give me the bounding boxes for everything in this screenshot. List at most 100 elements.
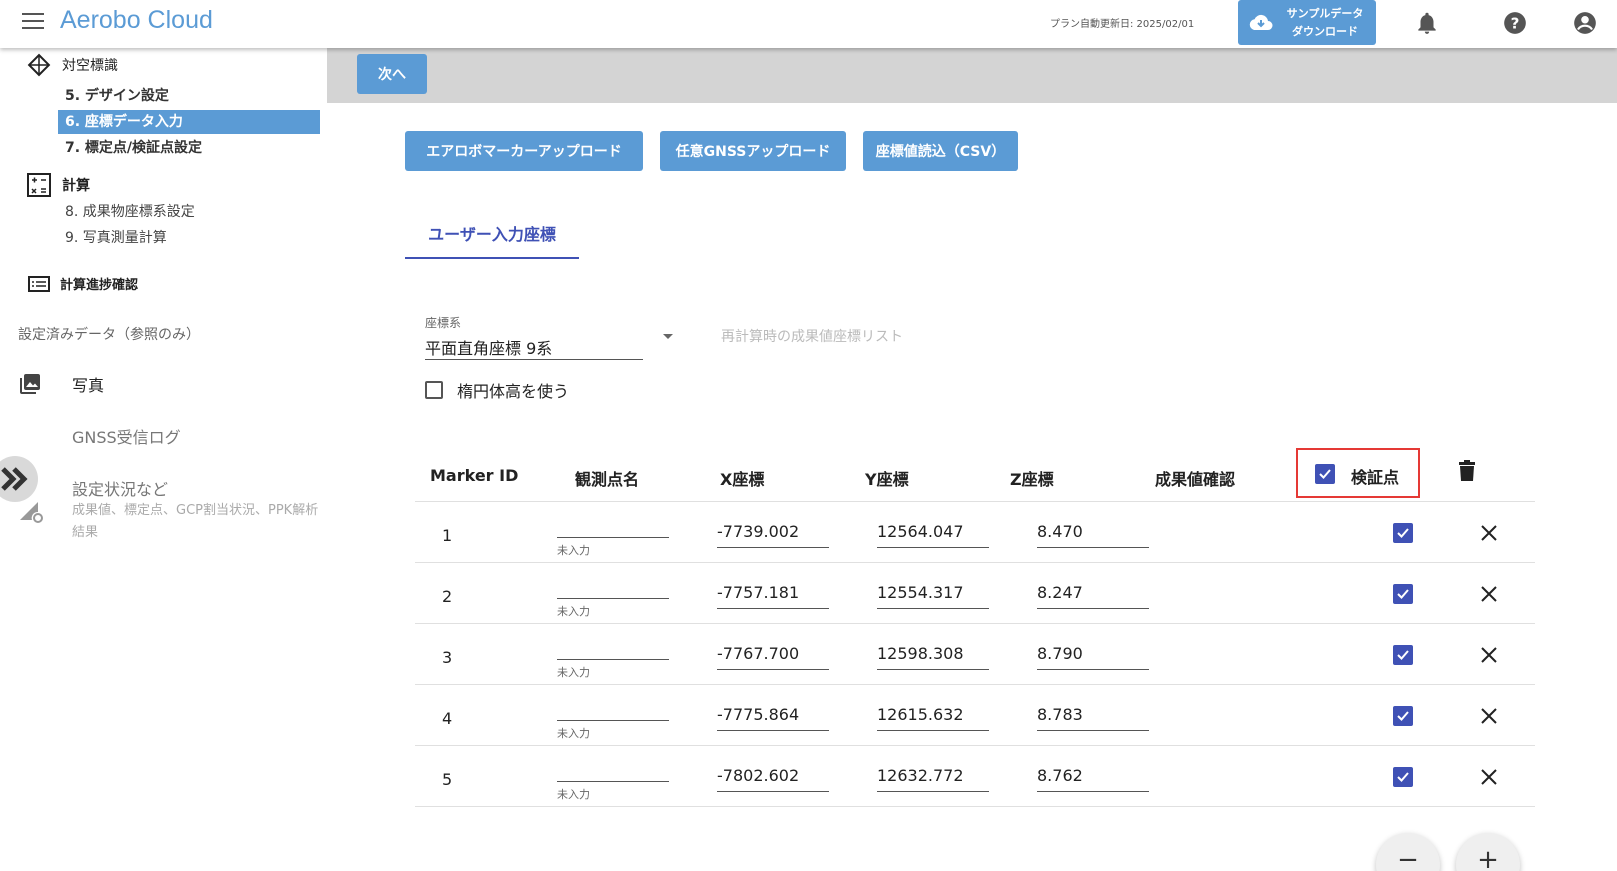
step-photogrammetry[interactable]: 9. 写真測量計算 [58, 226, 320, 250]
delete-row-close-icon[interactable] [1479, 767, 1499, 787]
zoom-in-button[interactable]: + [1456, 833, 1520, 871]
obs-name-input[interactable] [557, 648, 669, 660]
dropdown-arrow-icon [663, 334, 673, 339]
header-result-check: 成果値確認 [1155, 470, 1236, 489]
header-marker-id: Marker ID [430, 466, 519, 485]
signal-settings-icon [20, 502, 43, 523]
help-icon[interactable]: ? [1502, 10, 1528, 36]
table-row: 3 未入力 -7767.700 12598.308 8.790 [415, 624, 1535, 685]
y-coordinate-input[interactable]: 12632.772 [877, 762, 989, 792]
z-coordinate-input[interactable]: 8.247 [1037, 579, 1149, 609]
section-progress[interactable]: 計算進捗確認 [28, 274, 138, 293]
sample-download-label-1: サンプルデータ [1286, 6, 1364, 20]
next-button[interactable]: 次へ [357, 54, 427, 94]
recalc-result-list: 再計算時の成果値座標リスト [721, 329, 903, 345]
section-targets[interactable]: 対空標識 [26, 52, 118, 78]
bell-icon[interactable] [1414, 10, 1440, 36]
delete-row-close-icon[interactable] [1479, 584, 1499, 604]
sample-download-button[interactable]: サンプルデータ ダウンロード [1238, 0, 1376, 45]
verify-checkbox[interactable] [1393, 706, 1413, 726]
obs-name-input[interactable] [557, 587, 669, 599]
y-coordinate-input[interactable]: 12615.632 [877, 701, 989, 731]
obs-name-input[interactable] [557, 770, 669, 782]
table-row: 2 未入力 -7757.181 12554.317 8.247 [415, 563, 1535, 624]
delete-row-close-icon[interactable] [1479, 645, 1499, 665]
check-icon [1397, 650, 1409, 660]
coordinate-table: Marker ID 観測点名 X座標 Y座標 Z座標 成果値確認 検証点 1 未入… [415, 448, 1535, 807]
marker-id: 2 [442, 587, 453, 606]
step-coordinate-input[interactable]: 6. 座標データ入力 [58, 110, 320, 134]
calculator-icon [27, 173, 51, 197]
verify-all-checkbox[interactable] [1315, 464, 1335, 484]
verify-checkbox[interactable] [1393, 767, 1413, 787]
list-icon [28, 275, 50, 292]
app-bar: Aerobo Cloud プラン自動更新日: 2025/02/01 サンプルデー… [0, 0, 1617, 48]
menu-icon[interactable] [22, 13, 44, 31]
x-coordinate-input[interactable]: -7739.002 [717, 518, 829, 548]
sidebar-item-photos-label: 写真 [72, 376, 105, 395]
step-gcp-settings[interactable]: 7. 標定点/検証点設定 [58, 136, 320, 160]
verify-checkbox[interactable] [1393, 645, 1413, 665]
coord-system-label: 座標系 [425, 316, 462, 330]
plan-renewal-date: プラン自動更新日: 2025/02/01 [1050, 19, 1195, 30]
x-coordinate-input[interactable]: -7775.864 [717, 701, 829, 731]
section-calc[interactable]: 計算 [26, 172, 90, 198]
marker-id: 3 [442, 648, 453, 667]
step-design-settings[interactable]: 5. デザイン設定 [58, 84, 320, 108]
x-coordinate-input[interactable]: -7802.602 [717, 762, 829, 792]
sidebar-item-status-sub: 成果値、標定点、GCP割当状況、PPK解析結果 [72, 503, 319, 540]
section-targets-label: 対空標識 [62, 58, 118, 74]
delete-all-icon[interactable] [1458, 460, 1476, 486]
zoom-out-button[interactable]: − [1376, 833, 1440, 871]
check-icon [1397, 589, 1409, 599]
sidebar-item-photos[interactable]: 写真 [18, 372, 104, 396]
checkbox-empty-icon [425, 381, 443, 399]
y-coordinate-input[interactable]: 12554.317 [877, 579, 989, 609]
step-output-coord-system[interactable]: 8. 成果物座標系設定 [58, 200, 320, 224]
obs-name-placeholder: 未入力 [557, 605, 590, 618]
header-obs-name: 観測点名 [575, 470, 640, 489]
app-title: Aerobo Cloud [60, 6, 213, 34]
csv-import-button[interactable]: 座標値読込（CSV） [863, 131, 1018, 171]
y-coordinate-input[interactable]: 12598.308 [877, 640, 989, 670]
z-coordinate-input[interactable]: 8.790 [1037, 640, 1149, 670]
marker-id: 4 [442, 709, 453, 728]
sidebar-item-gnss-log[interactable]: GNSS受信ログ [18, 424, 181, 448]
y-coordinate-input[interactable]: 12564.047 [877, 518, 989, 548]
verify-checkbox[interactable] [1393, 523, 1413, 543]
gnss-upload-button[interactable]: 任意GNSSアップロード [660, 131, 846, 171]
header-z: Z座標 [1010, 470, 1054, 489]
header-verify: 検証点 [1351, 468, 1400, 487]
aerobo-marker-upload-button[interactable]: エアロボマーカーアップロード [405, 131, 643, 171]
marker-id: 5 [442, 770, 453, 789]
sample-download-label-2: ダウンロード [1292, 24, 1358, 38]
delete-row-close-icon[interactable] [1479, 523, 1499, 543]
delete-row-close-icon[interactable] [1479, 706, 1499, 726]
ellipsoid-height-label: 楕円体高を使う [457, 382, 570, 401]
obs-name-input[interactable] [557, 709, 669, 721]
x-coordinate-input[interactable]: -7767.700 [717, 640, 829, 670]
check-icon [1397, 772, 1409, 782]
account-icon[interactable] [1572, 10, 1598, 36]
table-row: 1 未入力 -7739.002 12564.047 8.470 [415, 502, 1535, 563]
obs-name-placeholder: 未入力 [557, 727, 590, 740]
x-coordinate-input[interactable]: -7757.181 [717, 579, 829, 609]
obs-name-placeholder: 未入力 [557, 666, 590, 679]
svg-text:?: ? [1511, 14, 1520, 32]
obs-name-placeholder: 未入力 [557, 788, 590, 801]
photo-library-icon [20, 374, 40, 394]
tab-user-coordinates[interactable]: ユーザー入力座標 [405, 215, 579, 259]
sidebar-item-status-label: 設定状況など [72, 480, 169, 499]
check-icon [1397, 528, 1409, 538]
section-calc-label: 計算 [62, 178, 90, 194]
double-chevron-right-icon [1, 467, 28, 491]
sidebar-item-gnss-label: GNSS受信ログ [72, 428, 181, 447]
z-coordinate-input[interactable]: 8.762 [1037, 762, 1149, 792]
obs-name-input[interactable] [557, 526, 669, 538]
z-coordinate-input[interactable]: 8.470 [1037, 518, 1149, 548]
ellipsoid-height-checkbox[interactable]: 楕円体高を使う [425, 378, 569, 402]
z-coordinate-input[interactable]: 8.783 [1037, 701, 1149, 731]
verify-checkbox[interactable] [1393, 584, 1413, 604]
table-header: Marker ID 観測点名 X座標 Y座標 Z座標 成果値確認 検証点 [415, 448, 1535, 502]
coord-system-select[interactable]: 座標系 平面直角座標 9系 [425, 314, 673, 360]
